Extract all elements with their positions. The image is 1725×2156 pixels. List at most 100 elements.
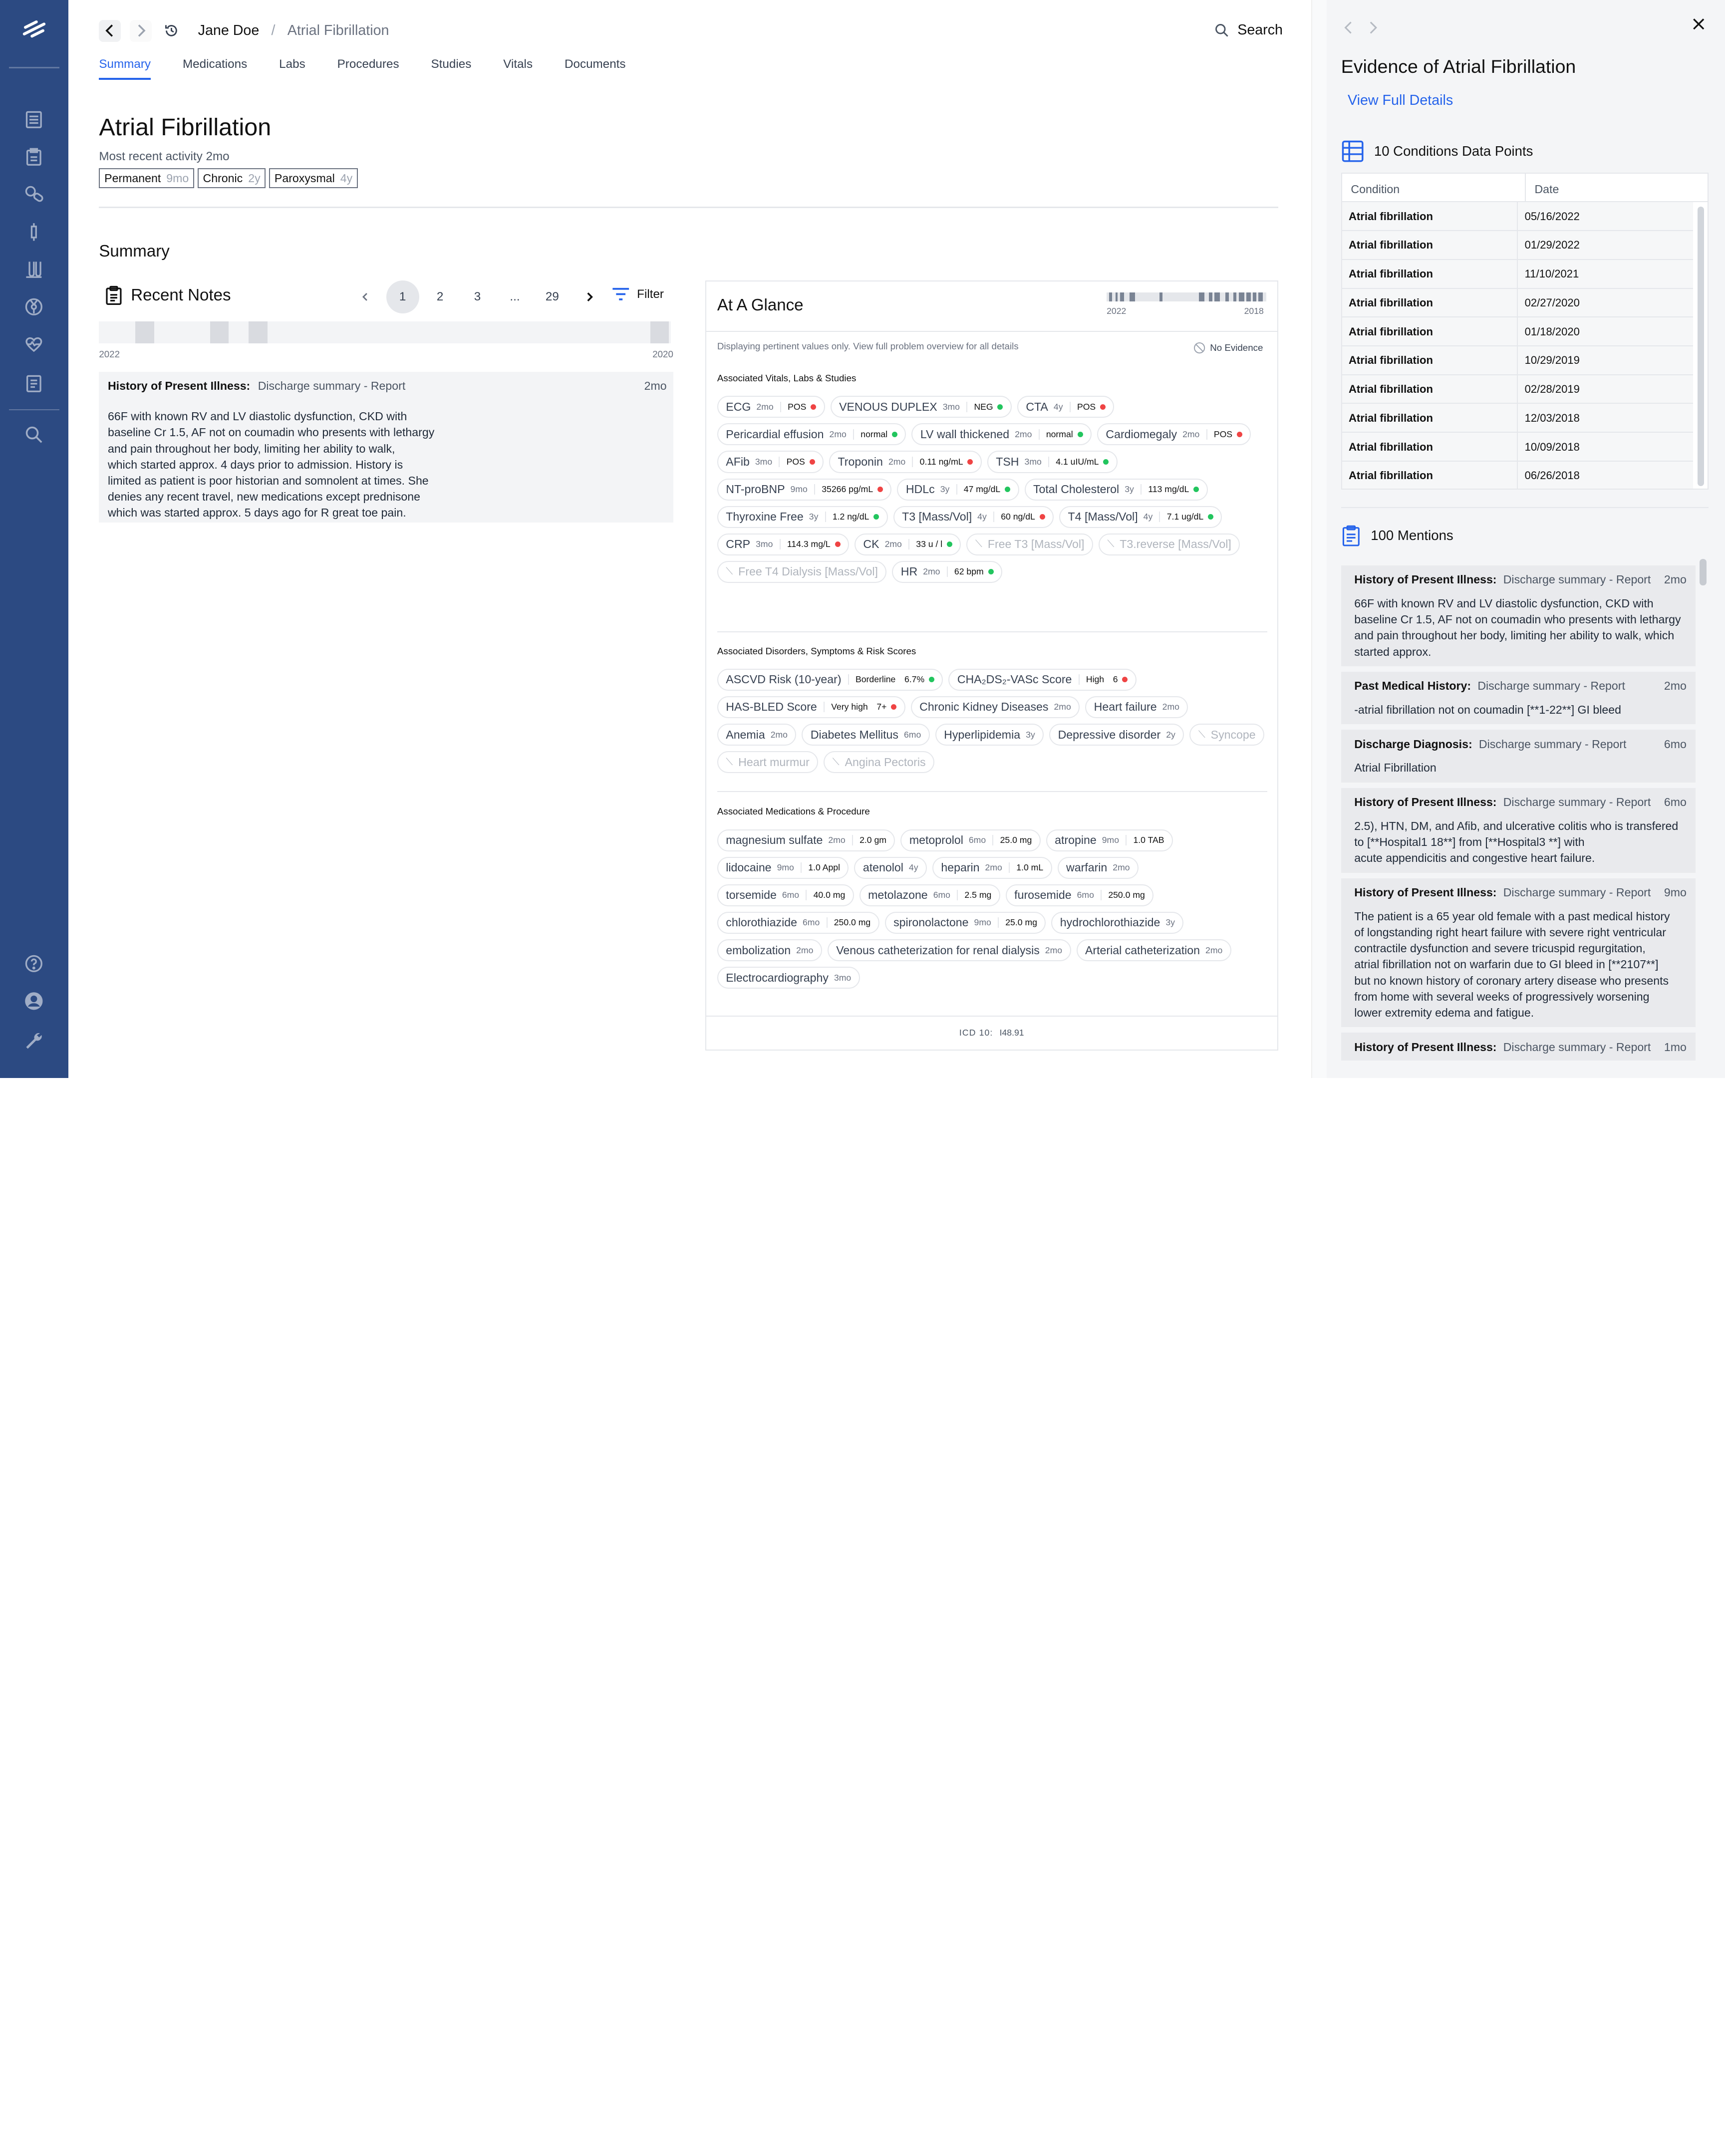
medication-pill[interactable]: lidocaine 9mo 1.0 Appl: [717, 856, 849, 879]
medication-pill[interactable]: warfarin 2mo: [1057, 856, 1139, 879]
result-pill[interactable]: LV wall thickened 2mo normal: [911, 423, 1092, 446]
forward-button[interactable]: [130, 19, 152, 42]
result-pill[interactable]: CK 2mo 33 u / l: [855, 533, 961, 555]
result-pill[interactable]: T3 [Mass/Vol] 4y 60 ng/dL: [893, 506, 1054, 528]
mention-card[interactable]: History of Present Illness: Discharge sum…: [1341, 565, 1696, 666]
disorder-pill[interactable]: Depressive disorder 2y: [1049, 724, 1184, 746]
page-29[interactable]: 29: [534, 281, 571, 312]
previous-icon[interactable]: [1342, 20, 1355, 35]
filter-button[interactable]: Filter: [611, 287, 664, 301]
search-button[interactable]: Search: [1214, 22, 1283, 38]
result-pill[interactable]: ECG 2mo POS: [717, 396, 825, 418]
wrench-icon[interactable]: [23, 1030, 45, 1052]
syringe-icon[interactable]: [23, 221, 45, 243]
medication-pill[interactable]: magnesium sulfate 2mo 2.0 gm: [717, 829, 895, 851]
medication-pill[interactable]: torsemide 6mo 40.0 mg: [717, 884, 854, 906]
note-card[interactable]: History of Present Illness: Discharge su…: [99, 371, 673, 523]
page-2[interactable]: 2: [421, 281, 459, 312]
medication-pill[interactable]: hydrochlorothiazide 3y: [1051, 911, 1184, 934]
result-pill[interactable]: Troponin 2mo 0.11 ng/mL: [829, 451, 982, 473]
result-pill[interactable]: Total Cholesterol 3y 113 mg/dL: [1024, 478, 1208, 501]
table-row[interactable]: Atrial fibrillation 11/10/2021: [1342, 260, 1694, 289]
disorder-pill[interactable]: Diabetes Mellitus 6mo: [802, 724, 930, 746]
table-row[interactable]: Atrial fibrillation 01/18/2020: [1342, 317, 1694, 346]
result-pill[interactable]: Thyroxine Free 3y 1.2 ng/dL: [717, 506, 888, 528]
disorder-pill[interactable]: ASCVD Risk (10-year) Borderline 6.7%: [717, 668, 943, 691]
medication-pill[interactable]: embolization 2mo: [717, 939, 822, 962]
mention-card[interactable]: Past Medical History: Discharge summary -…: [1341, 671, 1696, 725]
tab-medications[interactable]: Medications: [183, 57, 247, 80]
result-pill[interactable]: TSH 3mo 4.1 uIU/mL: [987, 451, 1118, 473]
result-pill[interactable]: VENOUS DUPLEX 3mo NEG: [830, 396, 1012, 418]
search-icon[interactable]: [23, 424, 45, 446]
table-row[interactable]: Atrial fibrillation 06/26/2018: [1342, 461, 1694, 489]
disorder-pill[interactable]: Chronic Kidney Diseases 2mo: [910, 696, 1080, 719]
test-tubes-icon[interactable]: [23, 259, 45, 280]
result-pill[interactable]: ⟍ Free T3 [Mass/Vol]: [966, 533, 1093, 555]
user-icon[interactable]: [23, 990, 45, 1012]
disorder-pill[interactable]: ⟍ Syncope: [1189, 724, 1265, 746]
heart-pulse-icon[interactable]: [23, 333, 45, 355]
report-icon[interactable]: [23, 373, 45, 395]
result-pill[interactable]: ⟍ Free T4 Dialysis [Mass/Vol]: [717, 560, 887, 583]
medication-pill[interactable]: metolazone 6mo 2.5 mg: [859, 884, 1000, 906]
result-pill[interactable]: NT-proBNP 9mo 35266 pg/mL: [717, 478, 892, 501]
table-row[interactable]: Atrial fibrillation 10/09/2018: [1342, 433, 1694, 462]
medication-pill[interactable]: atropine 9mo 1.0 TAB: [1046, 829, 1173, 851]
table-row[interactable]: Atrial fibrillation 10/29/2019: [1342, 346, 1694, 375]
table-row[interactable]: Atrial fibrillation 02/28/2019: [1342, 375, 1694, 404]
medication-pill[interactable]: Venous catheterization for renal dialysi…: [827, 939, 1071, 962]
notes-timeline[interactable]: [99, 321, 671, 343]
view-full-details-link[interactable]: View Full Details: [1348, 92, 1453, 109]
disorder-pill[interactable]: Heart failure 2mo: [1085, 696, 1188, 719]
document-list-icon[interactable]: [23, 109, 45, 131]
disorder-pill[interactable]: HAS-BLED Score Very high 7+: [717, 696, 905, 719]
disorder-pill[interactable]: Hyperlipidemia 3y: [935, 724, 1044, 746]
result-pill[interactable]: HDLc 3y 47 mg/dL: [897, 478, 1019, 501]
pills-icon[interactable]: [23, 184, 45, 206]
medication-pill[interactable]: Arterial catheterization 2mo: [1076, 939, 1231, 962]
disorder-pill[interactable]: CHA₂DS₂-VASc Score High 6: [948, 668, 1137, 691]
mention-card[interactable]: History of Present Illness: Discharge sum…: [1341, 878, 1696, 1028]
tab-vitals[interactable]: Vitals: [503, 57, 533, 80]
condition-chip[interactable]: Paroxysmal 4y: [269, 168, 358, 188]
mention-card[interactable]: History of Present Illness: Discharge sum…: [1341, 788, 1696, 873]
result-pill[interactable]: T4 [Mass/Vol] 4y 7.1 ug/dL: [1059, 506, 1222, 528]
result-pill[interactable]: Cardiomegaly 2mo POS: [1097, 423, 1251, 446]
result-pill[interactable]: Pericardial effusion 2mo normal: [717, 423, 906, 446]
result-pill[interactable]: AFib 3mo POS: [717, 451, 824, 473]
page-1[interactable]: 1: [386, 280, 419, 314]
medication-pill[interactable]: furosemide 6mo 250.0 mg: [1005, 884, 1154, 906]
tab-labs[interactable]: Labs: [279, 57, 305, 80]
radiation-icon[interactable]: [23, 296, 45, 318]
disorder-pill[interactable]: ⟍ Angina Pectoris: [824, 751, 934, 774]
help-icon[interactable]: [23, 953, 45, 975]
result-pill[interactable]: CTA 4y POS: [1017, 396, 1115, 418]
disorder-pill[interactable]: ⟍ Heart murmur: [717, 751, 819, 774]
tab-summary[interactable]: Summary: [99, 57, 151, 80]
close-icon[interactable]: [1692, 17, 1705, 30]
tab-procedures[interactable]: Procedures: [337, 57, 399, 80]
clipboard-icon[interactable]: [23, 146, 45, 168]
table-row[interactable]: Atrial fibrillation 12/03/2018: [1342, 404, 1694, 433]
logo-icon[interactable]: [21, 17, 47, 41]
result-pill[interactable]: ⟍ T3.reverse [Mass/Vol]: [1098, 533, 1240, 555]
mentions-scrollbar[interactable]: [1700, 558, 1707, 585]
result-pill[interactable]: CRP 3mo 114.3 mg/L: [717, 533, 849, 555]
disorder-pill[interactable]: Anemia 2mo: [717, 724, 797, 746]
column-header-date[interactable]: Date: [1526, 174, 1568, 201]
table-row[interactable]: Atrial fibrillation 02/27/2020: [1342, 288, 1694, 318]
table-row[interactable]: Atrial fibrillation 05/16/2022: [1342, 202, 1694, 232]
mention-card[interactable]: History of Present Illness: Discharge sum…: [1341, 1033, 1696, 1061]
condition-chip[interactable]: Chronic 2y: [197, 168, 266, 188]
back-button[interactable]: [99, 19, 121, 42]
mention-card[interactable]: Discharge Diagnosis: Discharge summary - …: [1341, 730, 1696, 783]
tab-documents[interactable]: Documents: [565, 57, 626, 80]
breadcrumb-patient[interactable]: Jane Doe: [198, 22, 260, 39]
medication-pill[interactable]: heparin 2mo 1.0 mL: [932, 856, 1052, 879]
medication-pill[interactable]: metoprolol 6mo 25.0 mg: [900, 829, 1041, 851]
next-icon[interactable]: [1366, 20, 1379, 35]
table-row[interactable]: Atrial fibrillation 01/29/2022: [1342, 231, 1694, 260]
next-page-button[interactable]: [571, 281, 608, 312]
tab-studies[interactable]: Studies: [431, 57, 471, 80]
